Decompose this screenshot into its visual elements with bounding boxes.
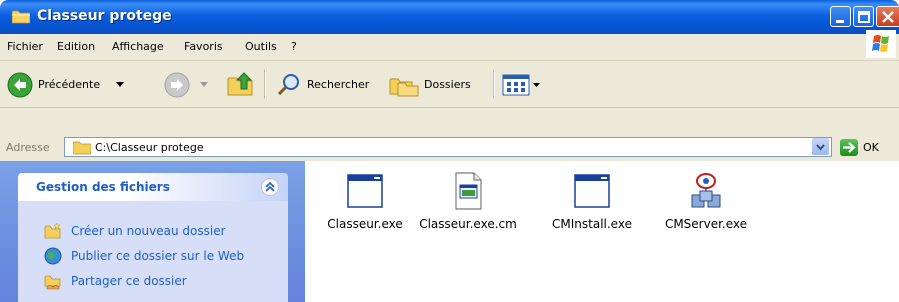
windows-logo-icon xyxy=(866,30,896,58)
file-item[interactable]: Classeur.exe xyxy=(315,171,415,251)
menu-edition[interactable]: Edition xyxy=(57,40,95,53)
back-label: Précédente xyxy=(38,78,101,91)
folder-up-icon xyxy=(227,72,253,96)
file-item[interactable]: Classeur.exe.cm xyxy=(418,171,518,251)
chevron-down-icon[interactable] xyxy=(116,82,124,88)
chevron-down-icon xyxy=(533,83,540,87)
task-panel-title: Gestion des fichiers xyxy=(36,180,170,194)
close-icon xyxy=(882,11,894,23)
file-name: CMInstall.exe xyxy=(552,217,632,231)
search-icon xyxy=(277,74,299,96)
folder-icon xyxy=(12,10,30,24)
application-window-icon xyxy=(574,174,610,208)
task-link-label: Partager ce dossier xyxy=(71,274,187,288)
menu-bar: Fichier Edition Affichage Favoris Outils… xyxy=(0,34,899,61)
menu-favoris[interactable]: Favoris xyxy=(184,40,223,53)
file-item[interactable]: CMServer.exe xyxy=(656,171,756,251)
network-server-icon xyxy=(691,173,721,208)
share-folder-icon xyxy=(44,275,61,290)
task-link-share-folder[interactable]: Partager ce dossier xyxy=(28,272,288,292)
task-panel-header[interactable]: Gestion des fichiers xyxy=(18,173,288,201)
minimize-icon xyxy=(836,20,844,23)
task-panel-body: Créer un nouveau dossier Publier ce doss… xyxy=(18,201,288,302)
maximize-icon xyxy=(858,11,870,23)
menu-help[interactable]: ? xyxy=(291,40,297,53)
toolbar-buttons-row: Précédente Rechercher Dossiers xyxy=(0,61,899,108)
file-item[interactable]: CMInstall.exe xyxy=(542,171,642,251)
window-title: Classeur protege xyxy=(37,8,172,24)
views-grid-icon xyxy=(502,74,530,96)
back-button[interactable]: Précédente xyxy=(6,71,146,99)
close-button[interactable] xyxy=(876,6,899,27)
maximize-button[interactable] xyxy=(853,6,874,27)
menu-affichage[interactable]: Affichage xyxy=(112,40,164,53)
up-folder-button[interactable] xyxy=(226,69,256,99)
new-folder-icon xyxy=(44,222,61,239)
folders-icon xyxy=(389,78,419,97)
forward-button[interactable] xyxy=(163,71,213,99)
task-link-label: Publier ce dossier sur le Web xyxy=(71,249,245,263)
forward-arrow-icon xyxy=(164,72,190,98)
folder-icon xyxy=(73,141,91,155)
back-arrow-icon xyxy=(7,72,33,98)
task-pane: Gestion des fichiers Créer un nouveau do… xyxy=(0,161,305,302)
file-list: Classeur.exe Classeur.exe.cm CMInstall.e… xyxy=(305,161,899,302)
file-name: CMServer.exe xyxy=(664,217,748,231)
minimize-button[interactable] xyxy=(830,6,851,27)
toolbar: Précédente Rechercher Dossiers xyxy=(0,61,899,139)
publish-web-icon xyxy=(44,247,62,265)
document-file-icon xyxy=(455,172,482,210)
address-label: Adresse xyxy=(6,141,50,154)
menu-fichier[interactable]: Fichier xyxy=(7,40,43,53)
task-link-label: Créer un nouveau dossier xyxy=(71,224,226,238)
collapse-button[interactable] xyxy=(261,178,279,196)
views-button[interactable] xyxy=(502,71,542,99)
file-name: Classeur.exe xyxy=(327,217,403,231)
chevron-down-icon[interactable] xyxy=(200,82,208,88)
folders-button[interactable]: Dossiers xyxy=(388,71,488,99)
go-button[interactable] xyxy=(840,139,858,156)
toolbar-separator xyxy=(264,69,266,99)
search-label: Rechercher xyxy=(307,78,370,91)
address-input[interactable]: C:\Classeur protege xyxy=(64,137,832,157)
address-path: C:\Classeur protege xyxy=(95,141,204,154)
go-arrow-icon xyxy=(843,142,856,153)
search-button[interactable]: Rechercher xyxy=(276,71,381,99)
chevron-down-icon xyxy=(816,144,825,151)
application-window-icon xyxy=(347,174,383,208)
menu-outils[interactable]: Outils xyxy=(245,40,277,53)
address-dropdown-button[interactable] xyxy=(812,138,829,155)
go-label[interactable]: OK xyxy=(863,141,879,154)
folders-label: Dossiers xyxy=(424,78,471,91)
explorer-window: Classeur protege Fichier Edition Afficha… xyxy=(0,0,899,302)
chevron-up-double-icon xyxy=(265,181,275,192)
title-bar[interactable]: Classeur protege xyxy=(0,0,899,34)
task-link-publish-web[interactable]: Publier ce dossier sur le Web xyxy=(28,247,288,267)
file-name: Classeur.exe.cm xyxy=(419,217,517,231)
toolbar-separator xyxy=(493,69,495,99)
address-bar: Adresse C:\Classeur protege OK xyxy=(0,135,899,161)
task-link-new-folder[interactable]: Créer un nouveau dossier xyxy=(28,222,288,242)
